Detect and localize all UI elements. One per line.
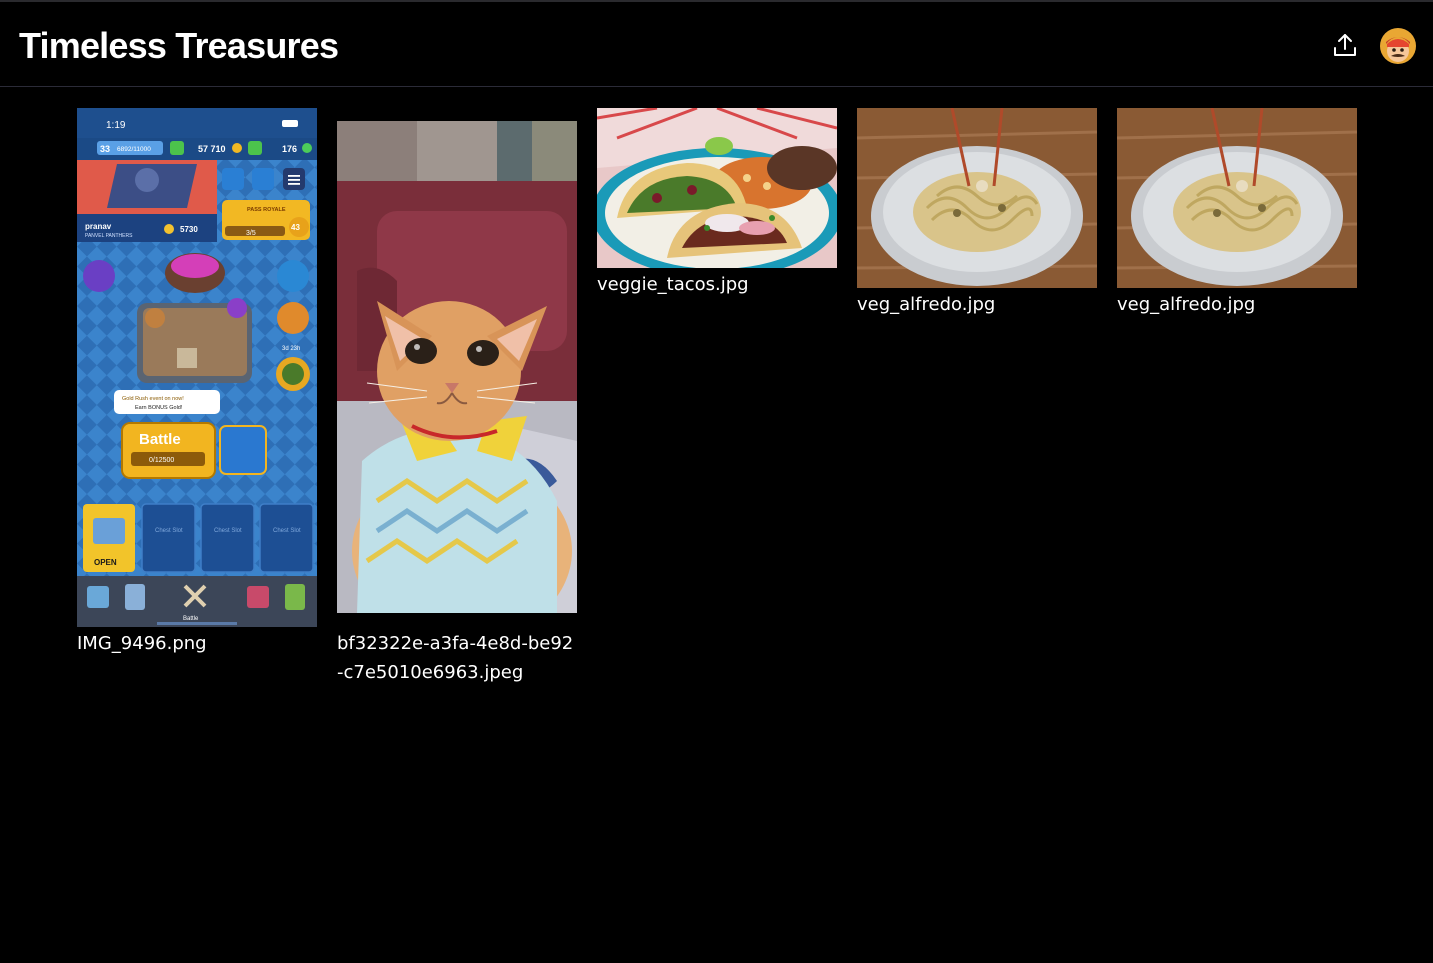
battle-progress: 0/12500	[149, 457, 174, 464]
upload-icon	[1334, 34, 1356, 56]
image-gallery: 1:19 33 6892/11000 57 710 176 pranav PAN…	[0, 88, 1433, 963]
game-gold: 57 710	[198, 144, 226, 154]
pasta-photo	[857, 108, 1097, 288]
gallery-item[interactable]: 1:19 33 6892/11000 57 710 176 pranav PAN…	[77, 108, 317, 668]
clan-name: PANVEL PANTHERS	[85, 233, 133, 239]
file-name: veggie_tacos.jpg	[597, 274, 749, 295]
tacos-photo	[597, 108, 837, 268]
pass-label: PASS ROYALE	[247, 207, 286, 213]
event-timer: 3d 23h	[282, 346, 300, 352]
pasta-photo	[1117, 108, 1357, 288]
game-gems: 176	[282, 144, 297, 154]
thumbnail-image[interactable]	[337, 121, 577, 613]
cat-photo	[337, 121, 577, 613]
chest-slot-label: Chest Slot	[214, 528, 242, 534]
pass-level: 43	[291, 223, 300, 232]
player-name: pranav	[85, 222, 112, 231]
gallery-item[interactable]: veggie_tacos.jpg	[597, 108, 837, 308]
thumbnail-image[interactable]: 1:19 33 6892/11000 57 710 176 pranav PAN…	[77, 108, 317, 627]
avatar[interactable]	[1380, 28, 1416, 64]
game-level: 33	[100, 144, 110, 154]
chest-slot-label: Chest Slot	[155, 528, 183, 534]
event-text-1: Gold Rush event on now!	[122, 396, 184, 402]
thumbnail-image[interactable]	[597, 108, 837, 268]
status-time: 1:19	[106, 120, 126, 131]
app-title: Timeless Treasures	[19, 25, 339, 66]
gallery-item[interactable]: veg_alfredo.jpg	[857, 108, 1097, 328]
nav-battle-label: Battle	[183, 616, 199, 622]
pass-progress: 3/5	[246, 230, 256, 237]
trophies: 5730	[180, 225, 198, 234]
event-text-2: Earn BONUS Gold!	[135, 405, 183, 411]
game-xp: 6892/11000	[117, 146, 151, 153]
mobile-game-screenshot: 1:19 33 6892/11000 57 710 176 pranav PAN…	[77, 108, 317, 627]
file-name: IMG_9496.png	[77, 633, 207, 654]
file-name: veg_alfredo.jpg	[1117, 294, 1256, 315]
app-header: Timeless Treasures	[0, 2, 1433, 87]
avatar-icon	[1380, 28, 1416, 64]
thumbnail-image[interactable]	[857, 108, 1097, 288]
thumbnail-image[interactable]	[1117, 108, 1357, 288]
chest-slot-label: Chest Slot	[273, 528, 301, 534]
gallery-item[interactable]: veg_alfredo.jpg	[1117, 108, 1357, 328]
gallery-item[interactable]: bf32322e-a3fa-4e8d-be92-c7e5010e6963.jpe…	[337, 121, 577, 691]
upload-button[interactable]	[1329, 29, 1361, 61]
file-name: veg_alfredo.jpg	[857, 294, 996, 315]
open-label: OPEN	[94, 558, 117, 567]
file-name: bf32322e-a3fa-4e8d-be92-c7e5010e6963.jpe…	[337, 633, 574, 683]
battle-label: Battle	[139, 431, 181, 448]
